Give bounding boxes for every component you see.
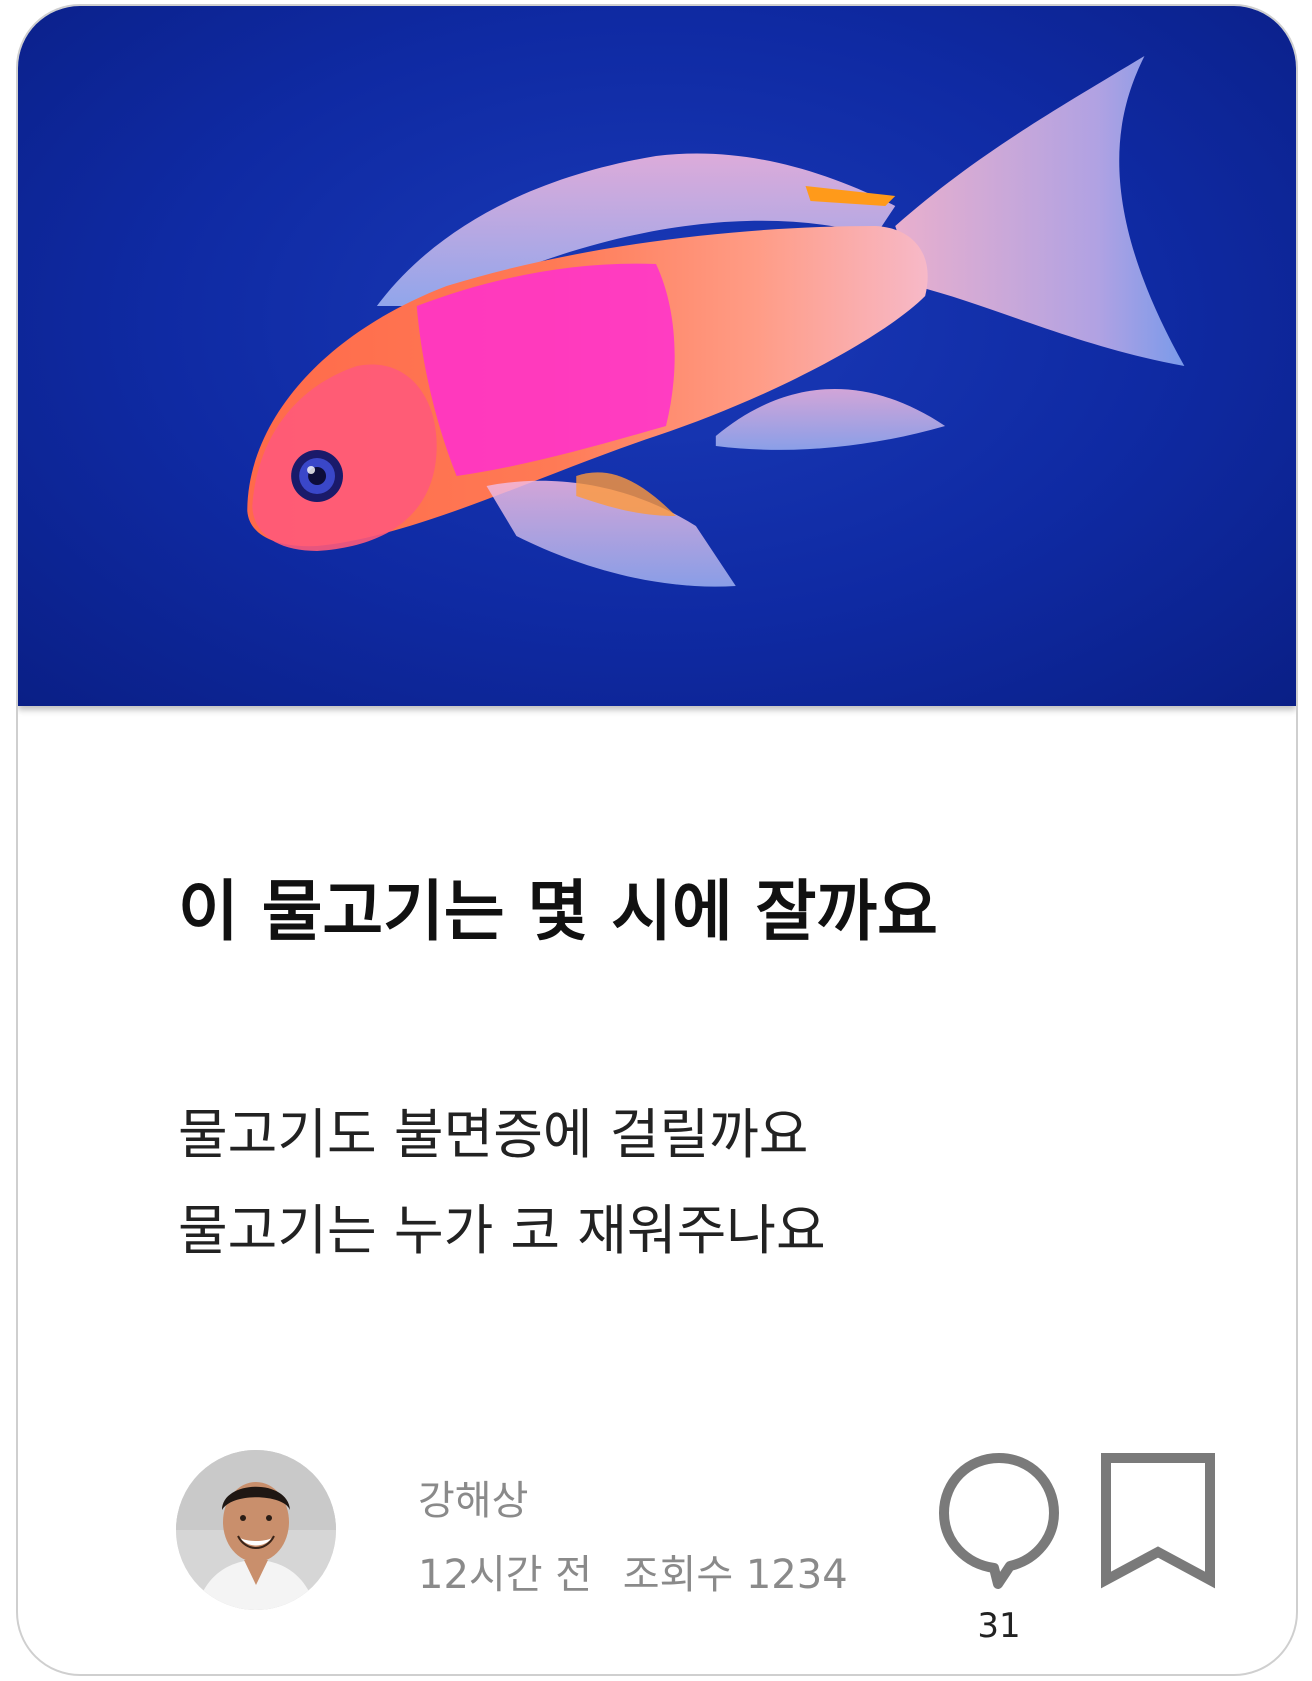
comment-count: 31 [977,1606,1021,1646]
post-body-line-2: 물고기는 누가 코 재워주나요 [178,1199,826,1262]
post-time-ago: 12시간 전 [418,1552,593,1598]
post-view-count: 조회수 1234 [622,1552,848,1598]
post-hero-image [18,6,1296,706]
post-meta: 12시간 전 조회수 1234 [418,1542,848,1600]
comment-button[interactable] [936,1450,1062,1590]
author-avatar[interactable] [176,1450,336,1610]
bookmark-button[interactable] [1096,1450,1220,1590]
bookmark-icon [1101,1453,1215,1589]
post-title: 이 물고기는 몇 시에 잘까요 [178,873,938,950]
avatar-photo [176,1450,336,1610]
author-name[interactable]: 강해상 [418,1468,528,1526]
post-body-line-1: 물고기도 불면증에 걸릴까요 [178,1103,809,1166]
speech-bubble-icon [939,1453,1059,1589]
post-card[interactable]: 이 물고기는 몇 시에 잘까요 물고기도 불면증에 걸릴까요 물고기는 누가 코… [16,4,1298,1676]
fish-illustration [247,56,1185,587]
